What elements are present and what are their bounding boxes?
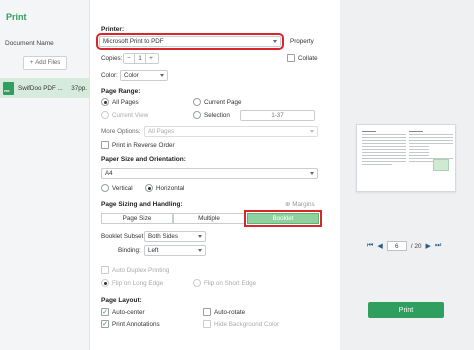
plus-icon: + [29,60,34,66]
property-link[interactable]: Property [290,38,314,45]
more-options-value: All Pages [148,128,175,135]
next-page-icon[interactable]: ▶ [426,242,431,250]
printer-label: Printer: [101,26,125,33]
color-value: Color [124,72,139,79]
selection-radio[interactable] [193,111,201,119]
app-title: Print [6,12,27,22]
booklet-subset-value: Both Sides [148,233,178,240]
print-preview-area: ⏮ ◀ 6 / 20 ▶ ⏭ Print [340,0,474,350]
binding-value: Left [148,247,159,254]
pdf-file-icon [3,81,14,95]
preview-image-block [433,159,449,171]
auto-rotate-checkbox[interactable] [203,308,211,316]
color-select[interactable]: Color [120,70,168,81]
auto-rotate-label: Auto-rotate [214,309,246,316]
paper-size-label: Paper Size and Orientation: [101,156,186,163]
copies-value[interactable]: 1 [134,54,146,63]
auto-center-checkbox[interactable]: ✓ [101,308,109,316]
page-layout-label: Page Layout: [101,297,142,304]
previous-page-icon[interactable]: ◀ [377,242,382,250]
vertical-radio[interactable] [101,184,109,192]
all-pages-radio[interactable] [101,98,109,106]
current-page-label: Current Page [204,99,242,106]
print-button[interactable]: Print [368,302,444,318]
page-range-label: Page Range: [101,88,141,95]
margins-label: Margins [292,201,315,208]
page-preview [356,124,456,192]
decrement-button[interactable]: − [124,55,134,62]
document-title: SwifDoo PDF ... [18,84,63,92]
page-sizing-label: Page Sizing and Handling: [101,201,183,208]
chevron-down-icon [273,40,277,43]
last-page-icon[interactable]: ⏭ [435,242,441,250]
color-label: Color: [101,72,118,79]
chevron-down-icon [198,249,202,252]
collate-label: Collate [298,55,318,62]
booklet-subset-select[interactable]: Both Sides [144,231,206,242]
printer-select[interactable]: Microsoft Print to PDF [96,33,284,50]
add-files-button[interactable]: + Add Files [23,56,67,70]
selection-label: Selection [204,112,230,119]
current-page-radio[interactable] [193,98,201,106]
add-files-label: Add Files [35,60,61,66]
copies-label: Copies: [101,55,123,62]
tab-multiple[interactable]: Multiple [173,213,245,224]
print-settings-panel: Printer: Microsoft Print to PDF Property… [90,0,340,350]
document-name-header: Document Name [5,40,54,47]
margins-button[interactable]: ⊕ Margins [285,201,315,208]
hide-background-label: Hide Background Color [214,321,280,328]
print-annotations-label: Print Annotations [112,321,160,328]
flip-short-edge-radio[interactable] [193,279,201,287]
binding-select[interactable]: Left [144,245,206,256]
checkmark-icon: ✓ [102,308,108,316]
auto-center-label: Auto-center [112,309,145,316]
page-range-input[interactable]: 1-37 [240,110,315,121]
chevron-down-icon [198,235,202,238]
crosshair-icon: ⊕ [285,201,291,208]
tab-page-size[interactable]: Page Size [101,213,173,224]
horizontal-radio[interactable] [145,184,153,192]
horizontal-label: Horizontal [156,185,185,192]
printer-value: Microsoft Print to PDF [103,38,164,45]
collate-checkbox[interactable] [287,54,295,62]
document-list-item[interactable]: SwifDoo PDF ... 37pp. [0,78,90,98]
increment-button[interactable]: + [146,55,156,62]
auto-duplex-checkbox[interactable] [101,266,109,274]
more-options-label: More Options: [101,128,141,135]
chevron-down-icon [310,172,314,175]
all-pages-label: All Pages [112,99,139,106]
page-sizing-tabs: Page Size Multiple Booklet [101,210,322,227]
chevron-down-icon [310,130,314,133]
document-page-count: 37pp. [71,84,87,92]
total-pages: / 20 [410,242,422,250]
vertical-label: Vertical [112,185,133,192]
binding-label: Binding: [118,247,141,254]
reverse-order-checkbox[interactable] [101,141,109,149]
current-view-radio[interactable] [101,111,109,119]
more-options-select[interactable]: All Pages [144,126,318,137]
current-view-label: Current View [112,112,149,119]
tab-booklet[interactable]: Booklet [244,210,322,227]
flip-long-edge-label: Flip on Long Edge [112,280,164,287]
current-page-input[interactable]: 6 [386,241,407,251]
document-sidebar: Print Document Name + Add Files SwifDoo … [0,0,90,350]
preview-pager: ⏮ ◀ 6 / 20 ▶ ⏭ [367,241,441,251]
first-page-icon[interactable]: ⏮ [367,242,373,250]
flip-long-edge-radio[interactable] [101,279,109,287]
checkmark-icon: ✓ [102,320,108,328]
reverse-order-label: Print in Reverse Order [112,142,175,149]
hide-background-checkbox[interactable] [203,320,211,328]
booklet-subset-label: Booklet Subset: [101,233,146,240]
copies-stepper[interactable]: − 1 + [123,53,159,64]
print-annotations-checkbox[interactable]: ✓ [101,320,109,328]
flip-short-edge-label: Flip on Short Edge [204,280,257,287]
paper-size-value: A4 [105,170,113,177]
auto-duplex-label: Auto Duplex Printing [112,267,170,274]
paper-size-select[interactable]: A4 [101,168,318,179]
chevron-down-icon [160,74,164,77]
